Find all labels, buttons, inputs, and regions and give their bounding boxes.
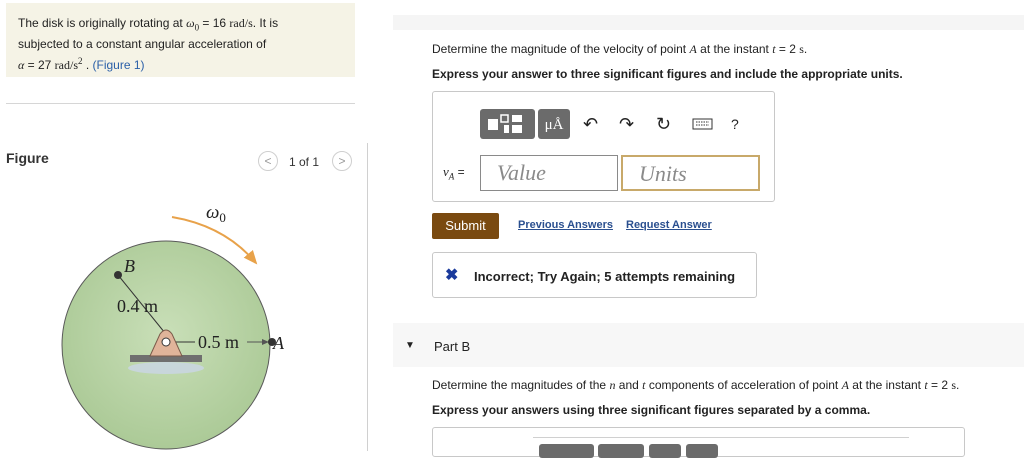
t-value: = 2 <box>775 42 800 56</box>
previous-answers-link[interactable]: Previous Answers <box>518 219 613 231</box>
question-text: Determine the magnitudes of the <box>432 378 610 392</box>
alpha-unit: rad/s <box>54 58 78 73</box>
omega-label: ω0 <box>206 202 226 225</box>
part-a-instruction: Express your answer to three significant… <box>432 67 903 81</box>
question-end: . <box>956 378 960 392</box>
disk-diagram: ω0 B 0.4 m 0.5 m A <box>61 202 285 450</box>
problem-text-2: . It is <box>252 16 279 30</box>
problem-text: The disk is originally rotating at <box>18 16 187 30</box>
question-text-mid: components of acceleration of point <box>645 378 842 392</box>
problem-statement: The disk is originally rotating at ω0 = … <box>6 3 355 77</box>
value-input[interactable]: Value <box>480 155 618 191</box>
figure-pager-text: 1 of 1 <box>289 155 320 169</box>
omega-symbol: ω <box>186 16 195 30</box>
feedback-box: ✖ Incorrect; Try Again; 5 attempts remai… <box>432 252 757 298</box>
units-button[interactable]: μÅ <box>538 109 570 139</box>
question-end: . <box>803 42 808 56</box>
part-b-instruction: Express your answers using three signifi… <box>432 403 871 417</box>
support-shadow <box>128 362 204 374</box>
answer-box: μÅ ↶ ↷ ↻ ? vA = Value Units <box>432 91 775 202</box>
question-text: Determine the magnitude of the velocity … <box>432 42 690 56</box>
question-text-mid: at the instant <box>696 42 773 56</box>
equals-sign: = <box>457 165 465 179</box>
units-placeholder: Units <box>639 161 687 186</box>
alpha-value: = 27 <box>24 58 55 73</box>
part-b-title: Part B <box>434 339 471 354</box>
reset-button[interactable]: ↻ <box>656 109 676 139</box>
chevron-left-icon: < <box>264 154 272 168</box>
problem-line-3: α = 27 rad/s2 . (Figure 1) <box>18 53 343 74</box>
feedback-text: Incorrect; Try Again; 5 attempts remaini… <box>474 269 736 284</box>
part-a-question: Determine the magnitude of the velocity … <box>432 42 807 57</box>
top-bar <box>393 15 1024 30</box>
prev-figure-button[interactable]: < <box>258 151 278 171</box>
point-b <box>114 271 122 279</box>
point-symbol: A <box>689 42 697 56</box>
omega-text: ω <box>206 202 219 223</box>
request-answer-link[interactable]: Request Answer <box>626 219 712 231</box>
value-placeholder: Value <box>497 160 546 185</box>
label-05m: 0.5 m <box>198 332 239 352</box>
undo-button[interactable]: ↶ <box>583 109 603 139</box>
reset-icon: ↻ <box>656 114 672 134</box>
keyboard-button[interactable] <box>692 109 714 139</box>
label-b: B <box>124 256 135 276</box>
units-input[interactable]: Units <box>621 155 760 191</box>
part-b-question: Determine the magnitudes of the n and t … <box>432 378 959 393</box>
label-a: A <box>272 333 285 353</box>
problem-line-2: subjected to a constant angular accelera… <box>18 37 267 52</box>
omega-value: = 16 <box>199 16 230 30</box>
and-text: and <box>615 378 643 392</box>
toolbar-button-b-2[interactable] <box>598 444 644 458</box>
var-subscript: A <box>448 171 455 182</box>
point-symbol: A <box>841 378 849 392</box>
template-button-b[interactable] <box>539 444 594 458</box>
divider <box>6 103 355 104</box>
help-button[interactable]: ? <box>731 109 745 139</box>
toolbar-b-frame <box>533 437 909 438</box>
template-icon <box>488 114 522 133</box>
toolbar-button-b-3[interactable] <box>649 444 681 458</box>
figure-link[interactable]: (Figure 1) <box>93 58 145 72</box>
redo-button[interactable]: ↷ <box>619 109 639 139</box>
question-text-mid-2: at the instant <box>848 378 925 392</box>
help-label: ? <box>731 116 739 132</box>
variable-label: vA = <box>443 164 465 181</box>
omega-sub-text: 0 <box>219 210 226 225</box>
part-b-header[interactable]: ▼ Part B <box>393 323 1024 367</box>
toolbar-button-b-4[interactable] <box>686 444 718 458</box>
caret-down-icon: ▼ <box>405 340 415 351</box>
submit-button[interactable]: Submit <box>432 213 499 239</box>
x-icon: ✖ <box>445 267 459 284</box>
units-label: μÅ <box>544 117 564 133</box>
template-button[interactable] <box>480 109 535 139</box>
redo-icon: ↷ <box>619 114 635 134</box>
omega-unit: rad/s <box>229 16 253 30</box>
keyboard-icon <box>692 118 713 130</box>
undo-icon: ↶ <box>583 114 599 134</box>
t-value: = 2 <box>927 378 952 392</box>
label-04m: 0.4 m <box>117 296 158 316</box>
separator: . <box>82 58 93 73</box>
panel-divider <box>367 143 368 451</box>
next-figure-button[interactable]: > <box>332 151 352 171</box>
center-pin <box>161 337 171 347</box>
figure-title: Figure <box>6 150 49 166</box>
answer-box-b <box>432 427 965 458</box>
problem-line-1: The disk is originally rotating at ω0 = … <box>18 15 343 36</box>
chevron-right-icon: > <box>338 154 346 168</box>
